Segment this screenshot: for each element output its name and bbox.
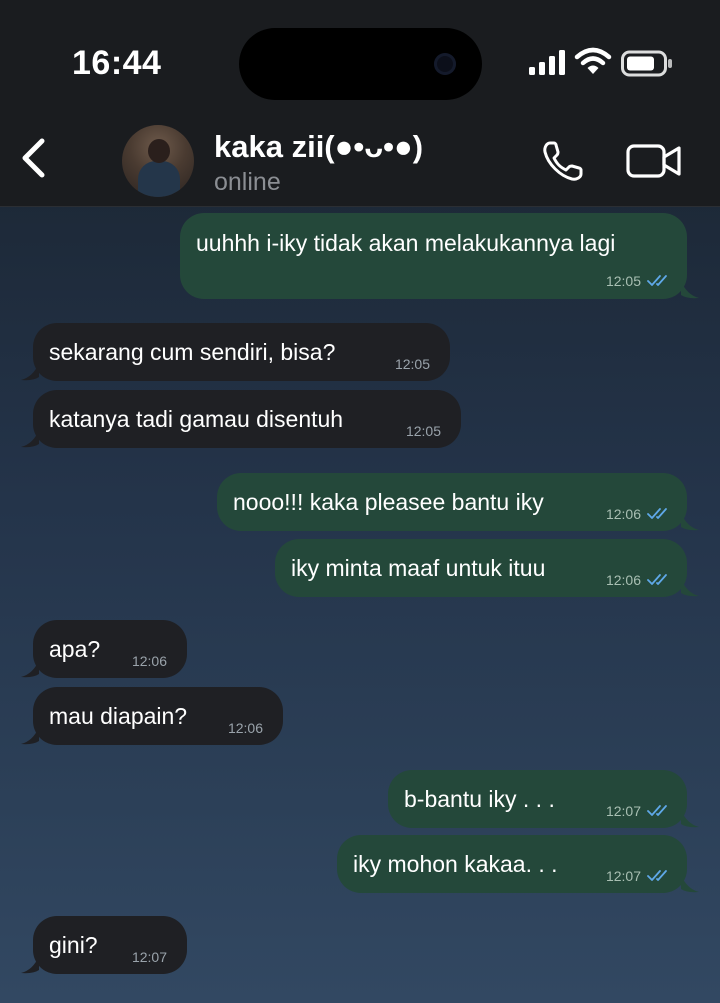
message-bubble-incoming[interactable]: sekarang cum sendiri, bisa? 12:05 — [21, 323, 450, 381]
message-bubble-outgoing[interactable]: uuhhh i-iky tidak akan melakukannya lagi… — [180, 213, 699, 299]
message-text: katanya tadi gamau disentuh — [49, 406, 344, 432]
contact-status: online — [214, 168, 281, 196]
read-receipt-icon — [647, 507, 667, 519]
front-camera-icon — [434, 53, 456, 75]
video-call-icon[interactable] — [626, 142, 682, 180]
message-text: gini? — [49, 932, 98, 958]
message-time: 12:07 — [606, 803, 671, 819]
voice-call-icon[interactable] — [540, 138, 586, 184]
message-text: apa? — [49, 636, 101, 662]
status-bar: 16:44 — [0, 0, 720, 112]
message-time: 12:06 — [131, 653, 167, 669]
message-text: sekarang cum sendiri, bisa? — [49, 339, 336, 365]
message-text: b-bantu iky . . . — [404, 786, 555, 812]
message-text: iky minta maaf untuk ituu — [291, 555, 546, 581]
cellular-signal-icon — [529, 50, 565, 75]
message-bubble-incoming[interactable]: mau diapain? 12:06 — [21, 687, 283, 745]
message-bubble-incoming[interactable]: apa? 12:06 — [21, 620, 187, 678]
read-receipt-icon — [647, 804, 667, 816]
message-bubble-incoming[interactable]: katanya tadi gamau disentuh 12:05 — [21, 390, 461, 448]
message-bubble-outgoing[interactable]: nooo!!! kaka pleasee bantu iky 12:06 — [217, 473, 699, 531]
status-time: 16:44 — [72, 44, 162, 82]
message-bubble-outgoing[interactable]: b-bantu iky . . . 12:07 — [388, 770, 699, 828]
wifi-icon — [574, 47, 612, 74]
message-time: 12:06 — [606, 572, 671, 588]
message-time: 12:05 — [405, 423, 441, 439]
message-time: 12:05 — [394, 356, 430, 372]
battery-icon — [621, 50, 672, 77]
message-time: 12:07 — [606, 868, 671, 884]
read-receipt-icon — [647, 869, 667, 881]
message-time: 12:06 — [606, 506, 671, 522]
contact-avatar[interactable] — [122, 125, 194, 197]
message-bubble-incoming[interactable]: gini? 12:07 — [21, 916, 187, 974]
read-receipt-icon — [647, 573, 667, 585]
message-time: 12:06 — [227, 720, 263, 736]
contact-name[interactable]: kaka zii(●•ᴗ•●) — [214, 129, 423, 165]
read-receipt-icon — [647, 274, 667, 286]
message-time: 12:05 — [606, 273, 671, 289]
chat-header: kaka zii(●•ᴗ•●) online — [0, 112, 720, 207]
message-text: iky mohon kakaa. . . — [353, 851, 558, 877]
dynamic-island — [239, 28, 482, 100]
message-bubble-outgoing[interactable]: iky mohon kakaa. . . 12:07 — [337, 835, 699, 893]
message-text: nooo!!! kaka pleasee bantu iky — [233, 489, 544, 515]
message-time: 12:07 — [131, 949, 167, 965]
message-text: mau diapain? — [49, 703, 188, 729]
message-bubble-outgoing[interactable]: iky minta maaf untuk ituu 12:06 — [275, 539, 699, 597]
message-text: uuhhh i-iky tidak akan melakukannya lagi — [196, 230, 616, 256]
back-chevron-icon[interactable] — [18, 138, 48, 178]
